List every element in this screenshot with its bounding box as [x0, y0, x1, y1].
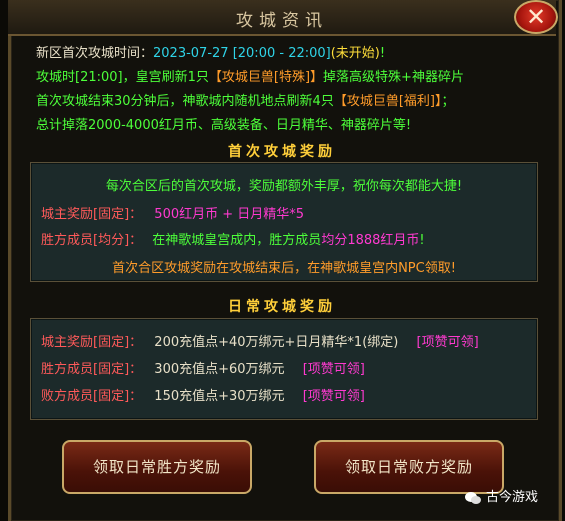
siege-boss-special: 【攻城巨兽[特殊]】: [208, 70, 324, 85]
exclaim: !: [419, 233, 425, 248]
first-reward-lord-label: 城主奖励[固定]：: [41, 207, 143, 222]
claim-win-label: 领取日常胜方奖励: [92, 458, 221, 476]
first-reward-box: 每次合区后的首次攻城，奖励都额外丰厚，祝你每次都能大捷! 城主奖励[固定]： 5…: [30, 162, 538, 282]
claim-win-reward-button[interactable]: 领取日常胜方奖励: [62, 440, 252, 494]
first-reward-header: 首次攻城奖励: [228, 144, 336, 160]
first-siege-time-value: 2023-07-27 [20:00 - 22:00]: [153, 46, 331, 61]
siege-boss-text: 攻城时[21:00]，皇宫刷新1只: [36, 70, 209, 85]
watermark-text: 古今游戏: [486, 490, 539, 505]
daily-reward-box: 城主奖励[固定]： 200充值点+40万绑元+日月精华*1(绑定) [项赞可领]…: [30, 318, 538, 420]
first-reward-winner-row: 胜方成员[均分]： 在神歌城皇宫成内，胜方成员均分1888红月币!: [41, 229, 537, 248]
close-button[interactable]: ✕: [514, 0, 558, 34]
after-siege-text: 首次攻城结束30分钟后，神歌城内随机地点刷新4只: [36, 94, 334, 109]
first-reward-winner-label: 胜方成员[均分]：: [41, 233, 143, 248]
daily-reward-row: 胜方成员[固定]： 300充值点+60万绑元 [项赞可领]: [41, 358, 537, 377]
first-reward-lord-row: 城主奖励[固定]： 500红月币 + 日月精华*5: [41, 203, 537, 222]
daily-reward-value: 300充值点+60万绑元: [154, 362, 285, 377]
first-siege-status: (未开始): [330, 46, 380, 61]
first-siege-time-line: 新区首次攻城时间：2023-07-27 [20:00 - 22:00](未开始)…: [36, 42, 385, 61]
wechat-icon: [465, 491, 481, 504]
first-reward-winner-amount: 均分1888红月币: [321, 233, 420, 248]
total-drop-line: 总计掉落2000-4000红月币、高级装备、日月精华、神器碎片等!: [36, 118, 412, 133]
daily-reward-header: 日常攻城奖励: [228, 299, 336, 315]
title-bar: 攻城资讯: [8, 0, 556, 36]
daily-reward-value: 150充值点+30万绑元: [154, 389, 285, 404]
first-reward-winner-text: 在神歌城皇宫成内，胜方成员: [152, 233, 322, 248]
claim-lose-label: 领取日常败方奖励: [344, 458, 473, 476]
daily-reward-tag: [项赞可领]: [416, 335, 479, 350]
siege-boss-line: 攻城时[21:00]，皇宫刷新1只【攻城巨兽[特殊]】掉落高级特殊+神器碎片: [36, 66, 464, 85]
close-icon: ✕: [525, 3, 547, 31]
daily-reward-label: 城主奖励[固定]：: [41, 335, 143, 350]
after-siege-end: ；: [441, 94, 455, 109]
first-reward-note: 首次合区攻城奖励在攻城结束后，在神歌城皇宫内NPC领取!: [112, 261, 456, 276]
daily-reward-row: 败方成员[固定]： 150充值点+30万绑元 [项赞可领]: [41, 385, 537, 404]
window-title: 攻城资讯: [236, 11, 328, 31]
siege-boss-welfare: 【攻城巨兽[福利]】: [333, 94, 442, 109]
after-siege-line: 首次攻城结束30分钟后，神歌城内随机地点刷新4只【攻城巨兽[福利]】；: [36, 90, 455, 109]
daily-reward-label: 败方成员[固定]：: [41, 389, 143, 404]
first-reward-lord-value: 500红月币 + 日月精华*5: [154, 207, 305, 222]
siege-boss-drop: 掉落高级特殊+神器碎片: [323, 70, 464, 85]
daily-reward-value: 200充值点+40万绑元+日月精华*1(绑定): [154, 335, 399, 350]
daily-reward-row: 城主奖励[固定]： 200充值点+40万绑元+日月精华*1(绑定) [项赞可领]: [41, 331, 537, 350]
daily-reward-tag: [项赞可领]: [302, 389, 365, 404]
first-reward-desc: 每次合区后的首次攻城，奖励都额外丰厚，祝你每次都能大捷!: [105, 179, 463, 194]
watermark: 古今游戏: [465, 486, 538, 506]
daily-reward-label: 胜方成员[固定]：: [41, 362, 143, 377]
exclaim: !: [379, 46, 386, 61]
daily-reward-tag: [项赞可领]: [302, 362, 365, 377]
siege-info-panel: 新区首次攻城时间：2023-07-27 [20:00 - 22:00](未开始)…: [26, 36, 538, 156]
first-siege-time-label: 新区首次攻城时间：: [36, 46, 154, 61]
